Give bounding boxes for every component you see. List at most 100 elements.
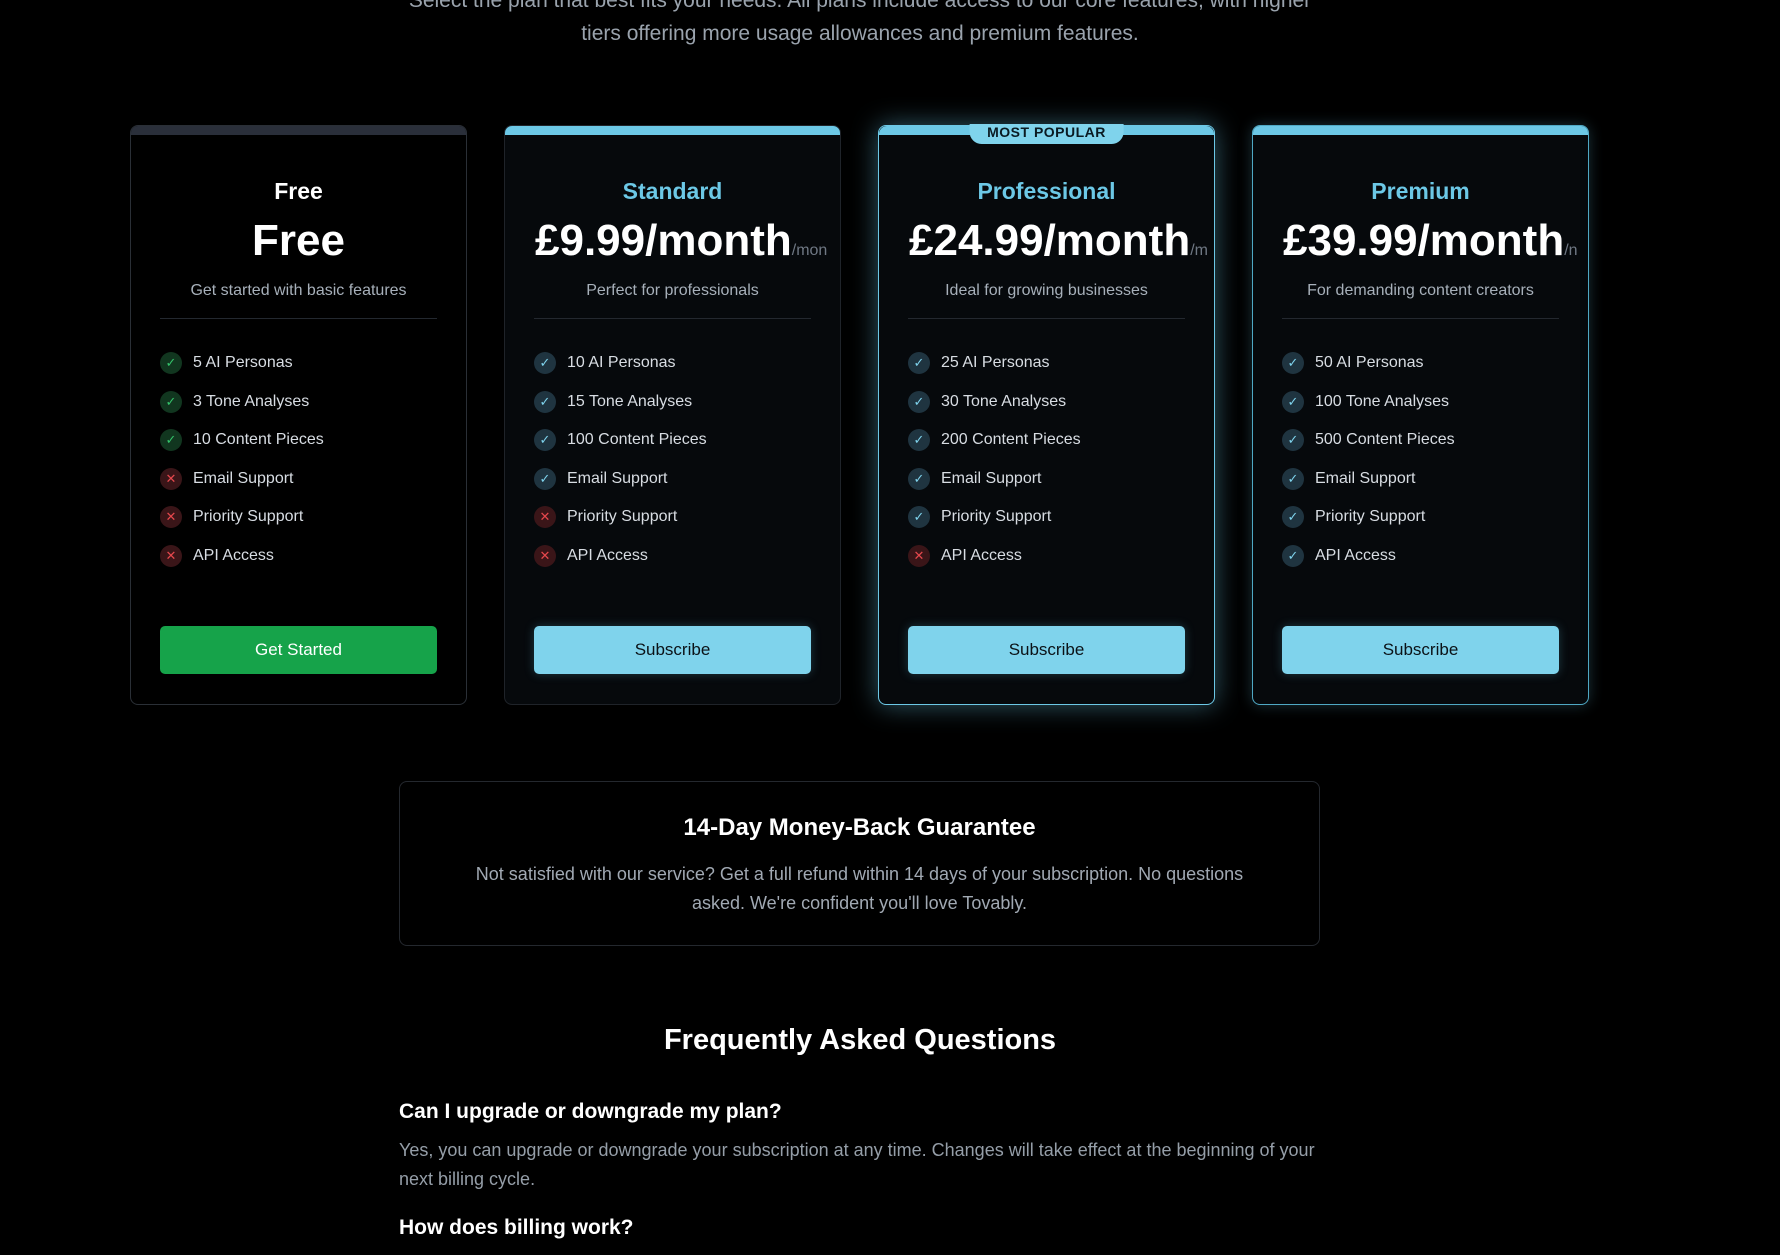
feature-label: 10 AI Personas (567, 354, 676, 372)
plan-name: Free (274, 178, 323, 204)
check-icon: ✓ (908, 429, 930, 452)
feature-label: 3 Tone Analyses (193, 392, 310, 410)
check-icon: ✓ (1282, 429, 1304, 452)
check-icon: ✓ (908, 352, 930, 375)
plan-price-row: £39.99/month/n (1283, 216, 1588, 266)
plan-price-period: /n (1564, 242, 1578, 259)
plan-name: Standard (622, 178, 723, 204)
guarantee-text: Not satisfied with our service? Get a fu… (475, 864, 1244, 913)
feature-item: ✓ 25 AI Personas (908, 344, 1185, 383)
subscribe-button-professional[interactable]: Subscribe (908, 626, 1185, 674)
x-icon: ✕ (908, 544, 930, 567)
faq-list: Can I upgrade or downgrade my plan? Yes,… (399, 1100, 1320, 1252)
plan-price: £24.99/month (909, 216, 1191, 265)
subscribe-button-premium[interactable]: Subscribe (1282, 626, 1559, 674)
subscribe-button-standard[interactable]: Subscribe (534, 626, 811, 674)
most-popular-badge: MOST POPULAR (969, 124, 1124, 144)
feature-item: ✓ 15 Tone Analyses (534, 383, 811, 422)
plan-description: Get started with basic features (190, 282, 407, 299)
feature-label: Email Support (567, 469, 668, 487)
feature-label: 50 AI Personas (1315, 354, 1424, 372)
faq-item: Can I upgrade or downgrade my plan? Yes,… (399, 1100, 1320, 1194)
divider (1282, 318, 1559, 319)
plan-price: £9.99/month (535, 216, 792, 265)
x-icon: ✕ (160, 467, 182, 490)
feature-label: 100 Content Pieces (567, 431, 707, 449)
feature-item: ✓ Priority Support (908, 498, 1185, 537)
feature-label: 30 Tone Analyses (941, 392, 1067, 410)
feature-item: ✓ 10 AI Personas (534, 344, 811, 383)
card-top-accent (505, 126, 840, 135)
feature-item: ✕ Email Support (160, 460, 437, 499)
plan-price-row: £24.99/month/m (909, 216, 1214, 266)
feature-label: Priority Support (1315, 508, 1426, 526)
card-clip: Professional £24.99/month/m Ideal for gr… (879, 126, 1214, 704)
feature-label: API Access (193, 546, 274, 564)
check-icon: ✓ (908, 506, 930, 529)
feature-item: ✓ API Access (1282, 537, 1559, 576)
feature-list: ✓ 5 AI Personas ✓ 3 Tone Analyses ✓ 10 Cont… (160, 344, 437, 575)
plan-card-free: Free Free Get started with basic feature… (130, 125, 467, 705)
feature-label: Priority Support (193, 508, 304, 526)
feature-item: ✓ 200 Content Pieces (908, 421, 1185, 460)
feature-label: Email Support (193, 469, 294, 487)
pricing-page: Select the plan that best fits your need… (0, 0, 1780, 1255)
feature-list: ✓ 10 AI Personas ✓ 15 Tone Analyses ✓ 100 C… (534, 344, 811, 575)
feature-item: ✓ 50 AI Personas (1282, 344, 1559, 383)
plan-price: £39.99/month (1283, 216, 1565, 265)
divider (160, 318, 437, 319)
plan-card-premium: Premium £39.99/month/n For demanding con… (1252, 125, 1589, 705)
feature-item: ✓ Email Support (534, 460, 811, 499)
check-icon: ✓ (908, 390, 930, 413)
check-icon: ✓ (534, 467, 556, 490)
x-icon: ✕ (160, 506, 182, 529)
feature-item: ✕ Priority Support (534, 498, 811, 537)
feature-item: ✕ API Access (534, 537, 811, 576)
x-icon: ✕ (534, 506, 556, 529)
faq-item: How does billing work? (399, 1216, 1320, 1240)
check-icon: ✓ (534, 429, 556, 452)
money-back-guarantee-box: 14-Day Money-Back Guarantee Not satisfie… (399, 781, 1320, 946)
x-icon: ✕ (534, 544, 556, 567)
feature-item: ✓ 500 Content Pieces (1282, 421, 1559, 460)
check-icon: ✓ (908, 467, 930, 490)
check-icon: ✓ (1282, 506, 1304, 529)
check-icon: ✓ (160, 429, 182, 452)
plan-description: Perfect for professionals (586, 282, 759, 299)
feature-item: ✓ Priority Support (1282, 498, 1559, 537)
feature-item: ✕ API Access (908, 537, 1185, 576)
feature-label: Priority Support (941, 508, 1052, 526)
feature-label: API Access (567, 546, 648, 564)
check-icon: ✓ (1282, 352, 1304, 375)
check-icon: ✓ (534, 390, 556, 413)
card-top-accent (1253, 126, 1588, 135)
plan-description: Ideal for growing businesses (945, 282, 1148, 299)
divider (908, 318, 1185, 319)
feature-item: ✓ 5 AI Personas (160, 344, 437, 383)
check-icon: ✓ (534, 352, 556, 375)
plan-price-period: /mon (791, 242, 828, 259)
feature-item: ✓ 30 Tone Analyses (908, 383, 1185, 422)
check-icon: ✓ (1282, 467, 1304, 490)
feature-label: Email Support (941, 469, 1042, 487)
feature-label: API Access (941, 546, 1022, 564)
check-icon: ✓ (160, 390, 182, 413)
feature-item: ✓ 100 Content Pieces (534, 421, 811, 460)
feature-item: ✓ 100 Tone Analyses (1282, 383, 1559, 422)
intro-line-2: tiers offering more usage allowances and… (581, 22, 1139, 45)
check-icon: ✓ (160, 352, 182, 375)
feature-label: 25 AI Personas (941, 354, 1050, 372)
plan-price-row: £9.99/month/mon (535, 216, 840, 266)
plan-price: Free (252, 216, 345, 265)
intro-line-1: Select the plan that best fits your need… (408, 0, 1312, 12)
faq-title: Frequently Asked Questions (663, 1024, 1057, 1056)
card-top-accent (131, 126, 466, 135)
get-started-button[interactable]: Get Started (160, 626, 437, 674)
feature-label: 500 Content Pieces (1315, 431, 1455, 449)
feature-item: ✓ Email Support (908, 460, 1185, 499)
plan-card-standard: Standard £9.99/month/mon Perfect for pro… (504, 125, 841, 705)
feature-label: 100 Tone Analyses (1315, 392, 1450, 410)
plan-card-professional: MOST POPULAR Professional £24.99/month/m… (878, 124, 1215, 705)
feature-item: ✓ 3 Tone Analyses (160, 383, 437, 422)
feature-label: Priority Support (567, 508, 678, 526)
